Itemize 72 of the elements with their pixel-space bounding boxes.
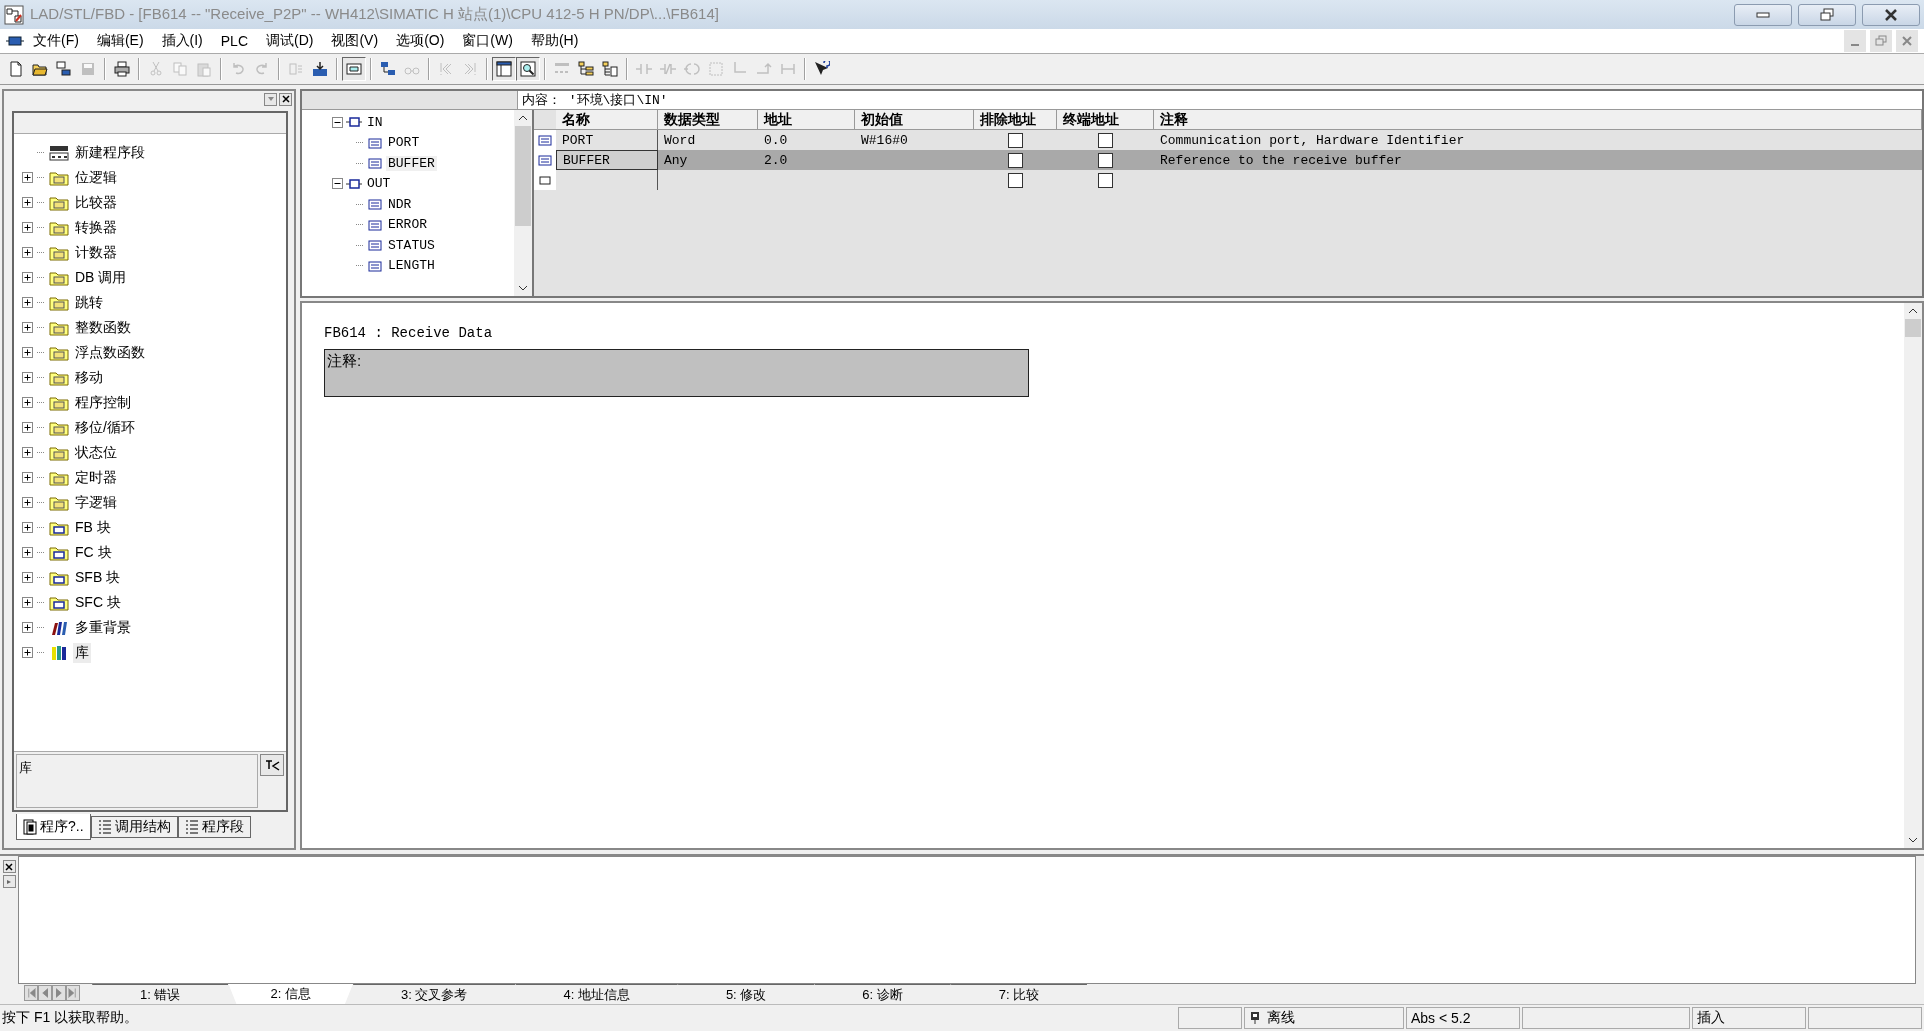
- table-cell[interactable]: BUFFER: [556, 150, 658, 170]
- menu-item[interactable]: 编辑(E): [87, 30, 153, 52]
- comment-field[interactable]: 注释:: [324, 349, 1029, 397]
- column-header: 排除地址: [974, 110, 1057, 130]
- menu-item[interactable]: 视图(V): [322, 30, 388, 52]
- tree-item[interactable]: LENGTH: [386, 258, 437, 274]
- output-tab[interactable]: 5: 修改: [677, 984, 815, 1004]
- connection-status: 离线: [1267, 1009, 1295, 1027]
- output-tab[interactable]: 3: 交叉参考: [352, 984, 516, 1004]
- menu-item[interactable]: 插入(I): [152, 30, 212, 52]
- tree-item[interactable]: STATUS: [386, 237, 437, 253]
- table-cell-text: 0.0: [763, 131, 789, 150]
- tree-item[interactable]: 新建程序段: [73, 142, 147, 163]
- tree-item[interactable]: 跳转: [73, 292, 105, 313]
- tree-item[interactable]: 多重背景: [73, 617, 133, 638]
- tree-item[interactable]: PORT: [386, 135, 422, 151]
- tree-item[interactable]: 移位/循环: [73, 417, 137, 438]
- tree-item[interactable]: 状态位: [73, 442, 119, 463]
- tree-item[interactable]: 计数器: [73, 242, 119, 263]
- table-cell-text: Communication port, Hardware Identifier: [1159, 131, 1466, 150]
- block-title: FB614 : Receive Data: [324, 325, 494, 341]
- tree-item[interactable]: 转换器: [73, 217, 119, 238]
- menu-item[interactable]: 帮助(H): [521, 30, 588, 52]
- menu-item[interactable]: 选项(O): [387, 30, 454, 52]
- status-help-text: 按下 F1 以获取帮助。: [2, 1009, 140, 1027]
- tree-item[interactable]: SFC 块: [73, 592, 123, 613]
- column-header: 初始值: [855, 110, 974, 130]
- tree-item[interactable]: ERROR: [386, 217, 429, 233]
- panel-tab[interactable]: 调用结构: [90, 816, 178, 838]
- tree-item[interactable]: 移动: [73, 367, 105, 388]
- table-cell-text: Word: [663, 131, 697, 150]
- tree-item[interactable]: 整数函数: [73, 317, 133, 338]
- tree-item[interactable]: BUFFER: [386, 155, 437, 171]
- menu-item[interactable]: 文件(F): [24, 30, 88, 52]
- output-tab[interactable]: 4: 地址信息: [515, 984, 678, 1004]
- tree-item[interactable]: NDR: [386, 196, 414, 212]
- panel-tab[interactable]: 程序?..: [16, 814, 91, 840]
- table-cell: 2.0: [758, 150, 855, 170]
- panel-tab[interactable]: 程序段: [177, 816, 251, 838]
- output-tab[interactable]: 2: 信息: [228, 984, 353, 1004]
- menu-item[interactable]: 调试(D): [257, 30, 323, 52]
- window-title: LAD/STL/FBD - [FB614 -- "Receive_P2P" -- WH412\SIMATIC H 站点(1)\CPU 412-5 H PN/DP\...\FB614]: [30, 5, 720, 24]
- column-header: 终端地址: [1057, 110, 1154, 130]
- table-cell-text: W#16#0: [860, 131, 909, 150]
- tree-item[interactable]: 浮点数函数: [73, 342, 147, 363]
- column-header: 名称: [556, 110, 658, 130]
- output-tab[interactable]: 6: 诊断: [814, 984, 951, 1004]
- tree-item[interactable]: DB 调用: [73, 267, 129, 288]
- tree-item[interactable]: OUT: [365, 176, 393, 192]
- tree-item[interactable]: 定时器: [73, 467, 119, 488]
- table-cell: Any: [658, 150, 758, 170]
- output-tab[interactable]: 1: 错误: [92, 984, 229, 1004]
- tree-item[interactable]: FC 块: [73, 542, 114, 563]
- tree-item[interactable]: 位逻辑: [73, 167, 119, 188]
- column-header: 地址: [758, 110, 855, 130]
- table-cell: Reference to the receive buffer: [1154, 150, 1922, 170]
- column-header: 注释: [1154, 110, 1922, 130]
- info-text: 库: [16, 754, 258, 808]
- content-path: 内容： '环境\接口\IN': [517, 91, 1922, 109]
- tree-item[interactable]: 库: [73, 642, 91, 663]
- tree-item[interactable]: 程序控制: [73, 392, 133, 413]
- tree-item[interactable]: 字逻辑: [73, 492, 119, 513]
- output-tab[interactable]: 7: 比较: [950, 984, 1088, 1004]
- column-header: 数据类型: [658, 110, 758, 130]
- tree-item[interactable]: SFB 块: [73, 567, 123, 588]
- menu-item[interactable]: PLC: [211, 31, 257, 51]
- tree-item[interactable]: IN: [365, 114, 385, 130]
- tree-item[interactable]: FB 块: [73, 517, 113, 538]
- menu-item[interactable]: 窗口(W): [453, 30, 522, 52]
- insert-mode-status: 插入: [1692, 1007, 1806, 1029]
- tree-item[interactable]: 比较器: [73, 192, 119, 213]
- version-status: Abs < 5.2: [1406, 1007, 1520, 1029]
